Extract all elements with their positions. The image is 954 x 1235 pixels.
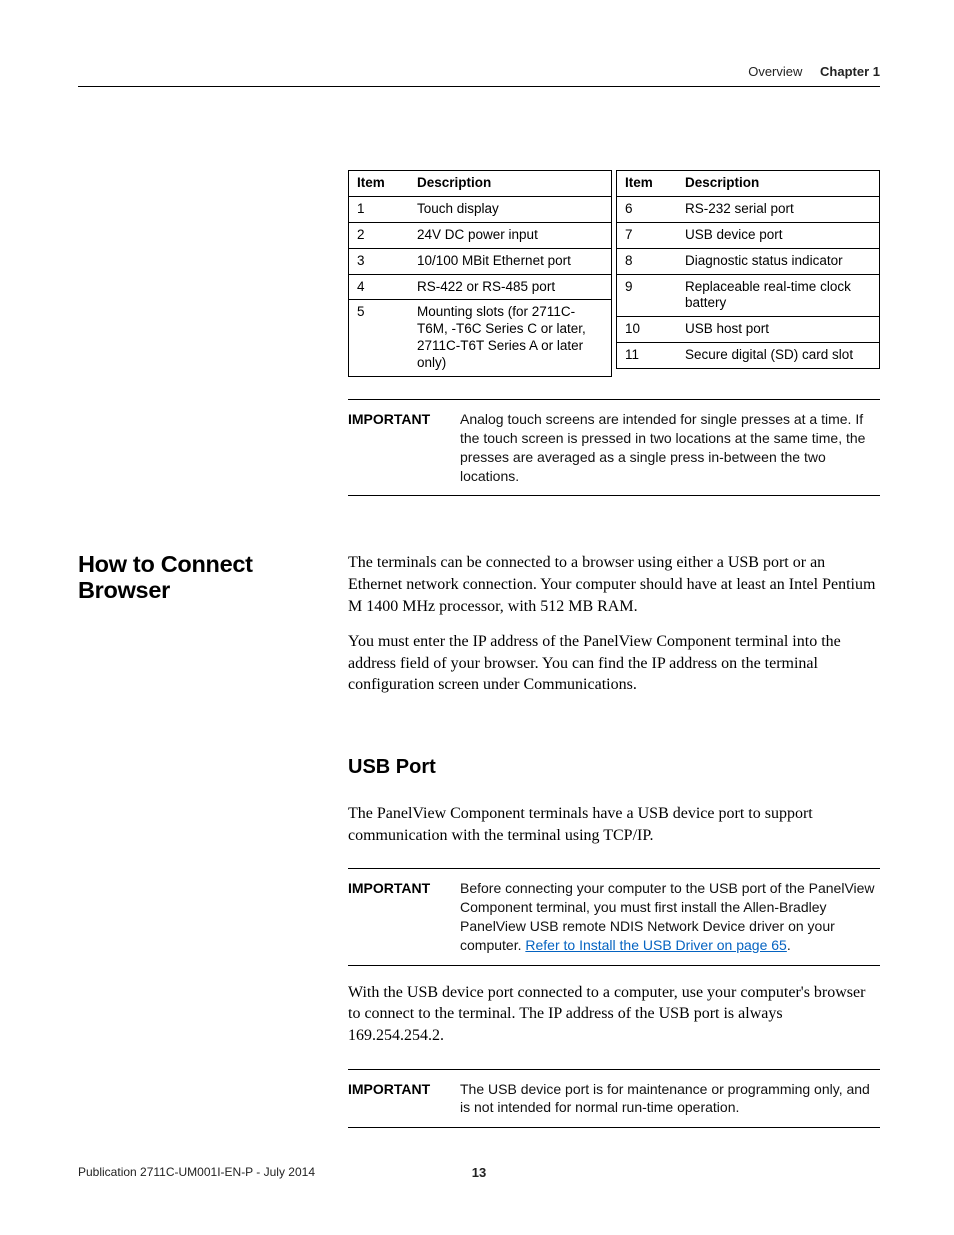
table-row: 8Diagnostic status indicator <box>617 248 880 274</box>
header-section: Overview <box>748 64 802 79</box>
heading-connect-browser: How to Connect Browser <box>78 552 348 604</box>
col-item: Item <box>617 171 678 197</box>
usb-driver-link[interactable]: Refer to Install the USB Driver on page … <box>525 937 786 953</box>
paragraph: With the USB device port connected to a … <box>348 982 880 1047</box>
table-row: 310/100 MBit Ethernet port <box>349 248 612 274</box>
callout-label: IMPORTANT <box>348 410 460 486</box>
table-row: 4RS-422 or RS-485 port <box>349 274 612 300</box>
table-row: 7USB device port <box>617 222 880 248</box>
col-desc: Description <box>409 171 612 197</box>
table-row: 9Replaceable real-time clock battery <box>617 274 880 317</box>
paragraph: The terminals can be connected to a brow… <box>348 552 880 617</box>
spec-table: Item Description 1Touch display 224V DC … <box>348 170 880 377</box>
table-row: 11Secure digital (SD) card slot <box>617 343 880 369</box>
callout-label: IMPORTANT <box>348 1080 460 1118</box>
important-callout-touch: IMPORTANT Analog touch screens are inten… <box>348 399 880 497</box>
col-item: Item <box>349 171 410 197</box>
callout-body: Before connecting your computer to the U… <box>460 879 880 955</box>
page-number: 13 <box>472 1165 486 1180</box>
callout-label: IMPORTANT <box>348 879 460 955</box>
publication-id: Publication 2711C-UM001I-EN-P - July 201… <box>78 1165 315 1179</box>
heading-usb-port: USB Port <box>348 756 880 779</box>
important-callout-usb-maintenance: IMPORTANT The USB device port is for mai… <box>348 1069 880 1129</box>
header-chapter: Chapter 1 <box>820 64 880 79</box>
important-callout-usb-driver: IMPORTANT Before connecting your compute… <box>348 868 880 966</box>
table-row: 5Mounting slots (for 2711C-T6M, -T6C Ser… <box>349 300 612 377</box>
table-row: 6RS-232 serial port <box>617 196 880 222</box>
table-row: 1Touch display <box>349 196 612 222</box>
col-desc: Description <box>677 171 880 197</box>
running-header: Overview Chapter 1 <box>78 64 880 79</box>
callout-body: Analog touch screens are intended for si… <box>460 410 880 486</box>
paragraph: The PanelView Component terminals have a… <box>348 803 880 846</box>
table-row: 224V DC power input <box>349 222 612 248</box>
table-row: 10USB host port <box>617 317 880 343</box>
paragraph: You must enter the IP address of the Pan… <box>348 631 880 696</box>
header-rule <box>78 86 880 87</box>
page-footer: Publication 2711C-UM001I-EN-P - July 201… <box>78 1165 880 1179</box>
callout-body: The USB device port is for maintenance o… <box>460 1080 880 1118</box>
